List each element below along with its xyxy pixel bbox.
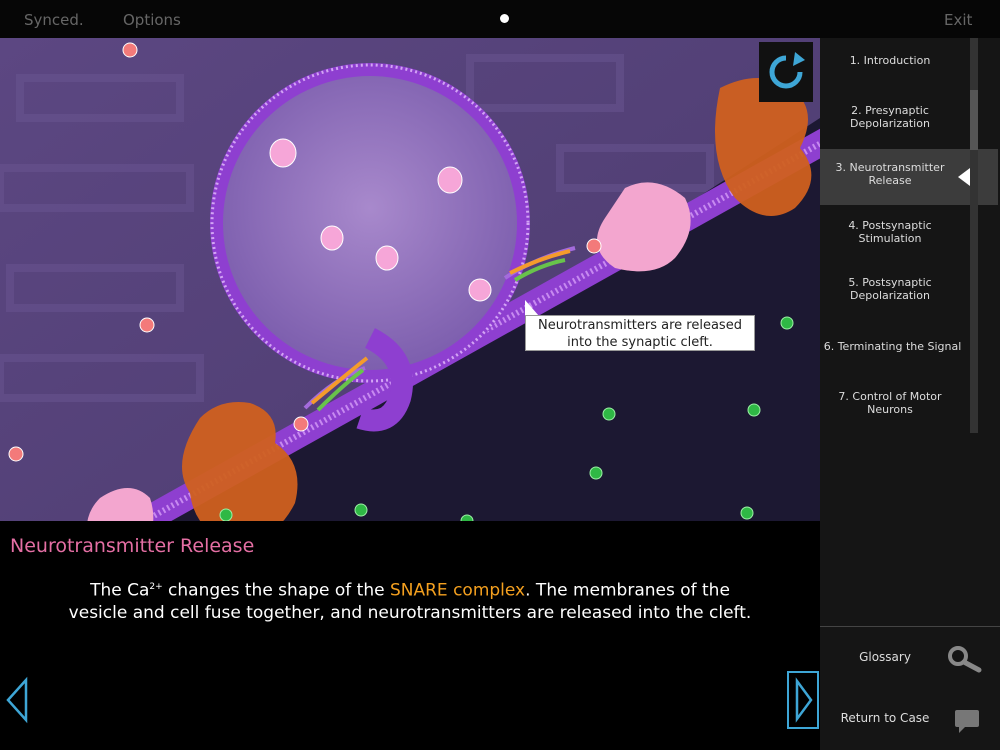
chat-icon[interactable]	[953, 708, 981, 734]
sidebar-scroll-thumb[interactable]	[970, 90, 978, 150]
sidebar-item-postsynaptic-depolarization[interactable]: 5. Postsynaptic Depolarization	[820, 276, 960, 302]
snare-complex-link[interactable]: SNARE complex	[390, 581, 525, 601]
sidebar-item-neurotransmitter-release[interactable]: 3. Neurotransmitter Release	[820, 161, 960, 187]
sidebar-item-introduction[interactable]: 1. Introduction	[820, 54, 960, 67]
page-indicator-dot	[500, 14, 509, 23]
sidebar-item-presynaptic-depolarization[interactable]: 2. Presynaptic Depolarization	[820, 104, 960, 130]
synced-status: Synced.	[24, 11, 84, 29]
search-icon[interactable]	[945, 644, 985, 674]
sidebar-item-postsynaptic-stimulation[interactable]: 4. Postsynaptic Stimulation	[820, 219, 960, 245]
options-button[interactable]: Options	[123, 11, 181, 29]
caption-text: The Ca2+ changes the shape of the SNARE …	[68, 580, 752, 623]
callout-pointer	[525, 300, 539, 316]
exit-button[interactable]: Exit	[944, 11, 972, 29]
next-button[interactable]	[787, 671, 819, 729]
glossary-button[interactable]: Glossary	[840, 650, 930, 664]
return-to-case-button[interactable]: Return to Case	[835, 711, 935, 725]
replay-icon	[769, 52, 805, 89]
sidebar-item-terminating-the-signal[interactable]: 6. Terminating the Signal	[820, 340, 965, 353]
sidebar-divider	[820, 626, 1000, 627]
replay-button[interactable]	[759, 42, 813, 102]
next-arrow-icon	[795, 677, 813, 723]
caption-title: Neurotransmitter Release	[10, 535, 255, 557]
scene-callout: Neurotransmitters are released into the …	[525, 315, 755, 351]
previous-arrow-icon[interactable]	[4, 676, 30, 724]
top-bar: Synced. Options Exit	[0, 0, 1000, 38]
sidebar-item-control-of-motor-neurons[interactable]: 7. Control of Motor Neurons	[820, 390, 960, 416]
